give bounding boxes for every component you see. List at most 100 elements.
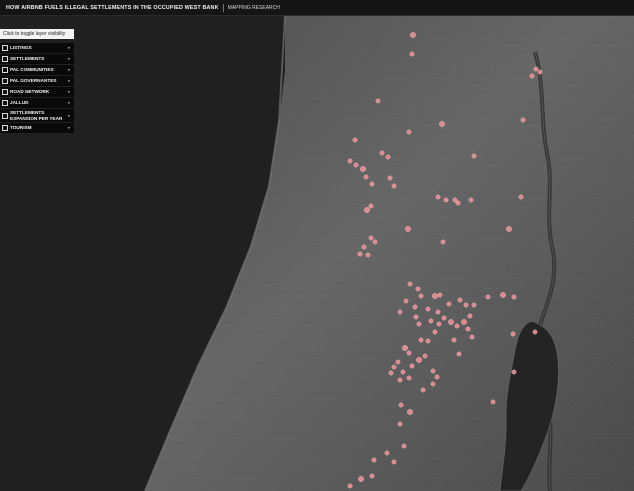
layer-listings[interactable]: LISTINGS ⌄ [0,42,74,53]
listing-marker[interactable] [485,294,491,300]
listing-marker[interactable] [416,321,422,327]
listing-marker[interactable] [418,293,424,299]
listing-marker[interactable] [435,309,441,315]
listing-marker[interactable] [437,292,443,298]
listing-marker[interactable] [360,166,366,172]
listing-marker[interactable] [402,345,408,351]
checkbox-icon[interactable] [2,100,8,106]
listing-marker[interactable] [435,194,441,200]
listing-marker[interactable] [500,292,506,298]
listing-marker[interactable] [407,409,413,415]
listing-marker[interactable] [357,251,363,257]
listing-marker[interactable] [391,459,397,465]
listing-marker[interactable] [455,200,461,206]
listing-marker[interactable] [434,374,440,380]
listing-marker[interactable] [379,150,385,156]
listing-marker[interactable] [412,304,418,310]
chevron-down-icon[interactable]: ⌄ [67,78,71,84]
listing-marker[interactable] [369,181,375,187]
listing-marker[interactable] [385,154,391,160]
listing-marker[interactable] [369,473,375,479]
layer-pal-governantes[interactable]: PAL GOVERNANTES ⌄ [0,75,74,86]
listing-marker[interactable] [361,244,367,250]
layer-tourism[interactable]: TOURISM ⌄ [0,122,74,133]
listing-marker[interactable] [347,483,353,489]
listing-marker[interactable] [358,476,364,482]
listing-marker[interactable] [352,137,358,143]
checkbox-icon[interactable] [2,112,8,119]
listing-marker[interactable] [468,197,474,203]
listing-marker[interactable] [406,350,412,356]
listing-marker[interactable] [372,239,378,245]
listing-marker[interactable] [506,226,512,232]
listing-marker[interactable] [401,443,407,449]
layer-settlements[interactable]: SETTLEMENTS ⌄ [0,53,74,64]
listing-marker[interactable] [387,175,393,181]
layer-jallud[interactable]: JALLUD ⌄ [0,97,74,108]
chevron-down-icon[interactable]: ⌄ [67,100,71,106]
listing-marker[interactable] [422,353,428,359]
listing-marker[interactable] [403,298,409,304]
listing-marker[interactable] [395,359,401,365]
chevron-down-icon[interactable]: ⌄ [67,67,71,73]
listing-marker[interactable] [454,323,460,329]
listing-marker[interactable] [347,158,353,164]
listing-marker[interactable] [410,32,416,38]
listing-marker[interactable] [406,375,412,381]
listing-marker[interactable] [461,319,467,325]
listing-marker[interactable] [405,226,411,232]
listing-marker[interactable] [418,337,424,343]
listing-marker[interactable] [436,321,442,327]
listing-marker[interactable] [448,319,454,325]
listing-marker[interactable] [353,162,359,168]
layer-settlements-expansion-per-year[interactable]: SETTLEMENTS EXPANSION PER YEAR ⌄ [0,108,74,122]
listing-marker[interactable] [397,309,403,315]
listing-marker[interactable] [397,377,403,383]
listing-marker[interactable] [465,326,471,332]
listing-marker[interactable] [384,450,390,456]
listing-marker[interactable] [490,399,496,405]
listing-marker[interactable] [391,364,397,370]
listing-marker[interactable] [409,363,415,369]
checkbox-icon[interactable] [2,56,8,62]
listing-marker[interactable] [375,98,381,104]
chevron-down-icon[interactable]: ⌄ [67,89,71,95]
listing-marker[interactable] [443,197,449,203]
listing-marker[interactable] [533,66,539,72]
listing-marker[interactable] [441,315,447,321]
listing-marker[interactable] [398,402,404,408]
listing-marker[interactable] [446,301,452,307]
listing-marker[interactable] [407,281,413,287]
listing-marker[interactable] [368,235,374,241]
listing-marker[interactable] [432,329,438,335]
listing-marker[interactable] [420,387,426,393]
listing-marker[interactable] [363,174,369,180]
listing-marker[interactable] [430,368,436,374]
listing-marker[interactable] [451,337,457,343]
listing-marker[interactable] [428,318,434,324]
listing-marker[interactable] [400,369,406,375]
listing-marker[interactable] [432,293,438,299]
listing-marker[interactable] [511,369,517,375]
listing-marker[interactable] [471,153,477,159]
listing-marker[interactable] [406,129,412,135]
listing-marker[interactable] [467,313,473,319]
layer-road-network[interactable]: ROAD NETWORK ⌄ [0,86,74,97]
listing-marker[interactable] [510,331,516,337]
listing-marker[interactable] [440,239,446,245]
listing-marker[interactable] [430,381,436,387]
listing-marker[interactable] [456,351,462,357]
listing-marker[interactable] [463,302,469,308]
chevron-down-icon[interactable]: ⌄ [67,113,71,118]
listing-marker[interactable] [457,297,463,303]
checkbox-icon[interactable] [2,67,8,73]
listing-marker[interactable] [518,194,524,200]
listing-marker[interactable] [416,357,422,363]
listing-marker[interactable] [471,302,477,308]
listing-marker[interactable] [371,457,377,463]
listing-marker[interactable] [532,329,538,335]
listing-marker[interactable] [413,314,419,320]
listing-marker[interactable] [511,294,517,300]
listing-marker[interactable] [368,203,374,209]
listing-marker[interactable] [425,306,431,312]
